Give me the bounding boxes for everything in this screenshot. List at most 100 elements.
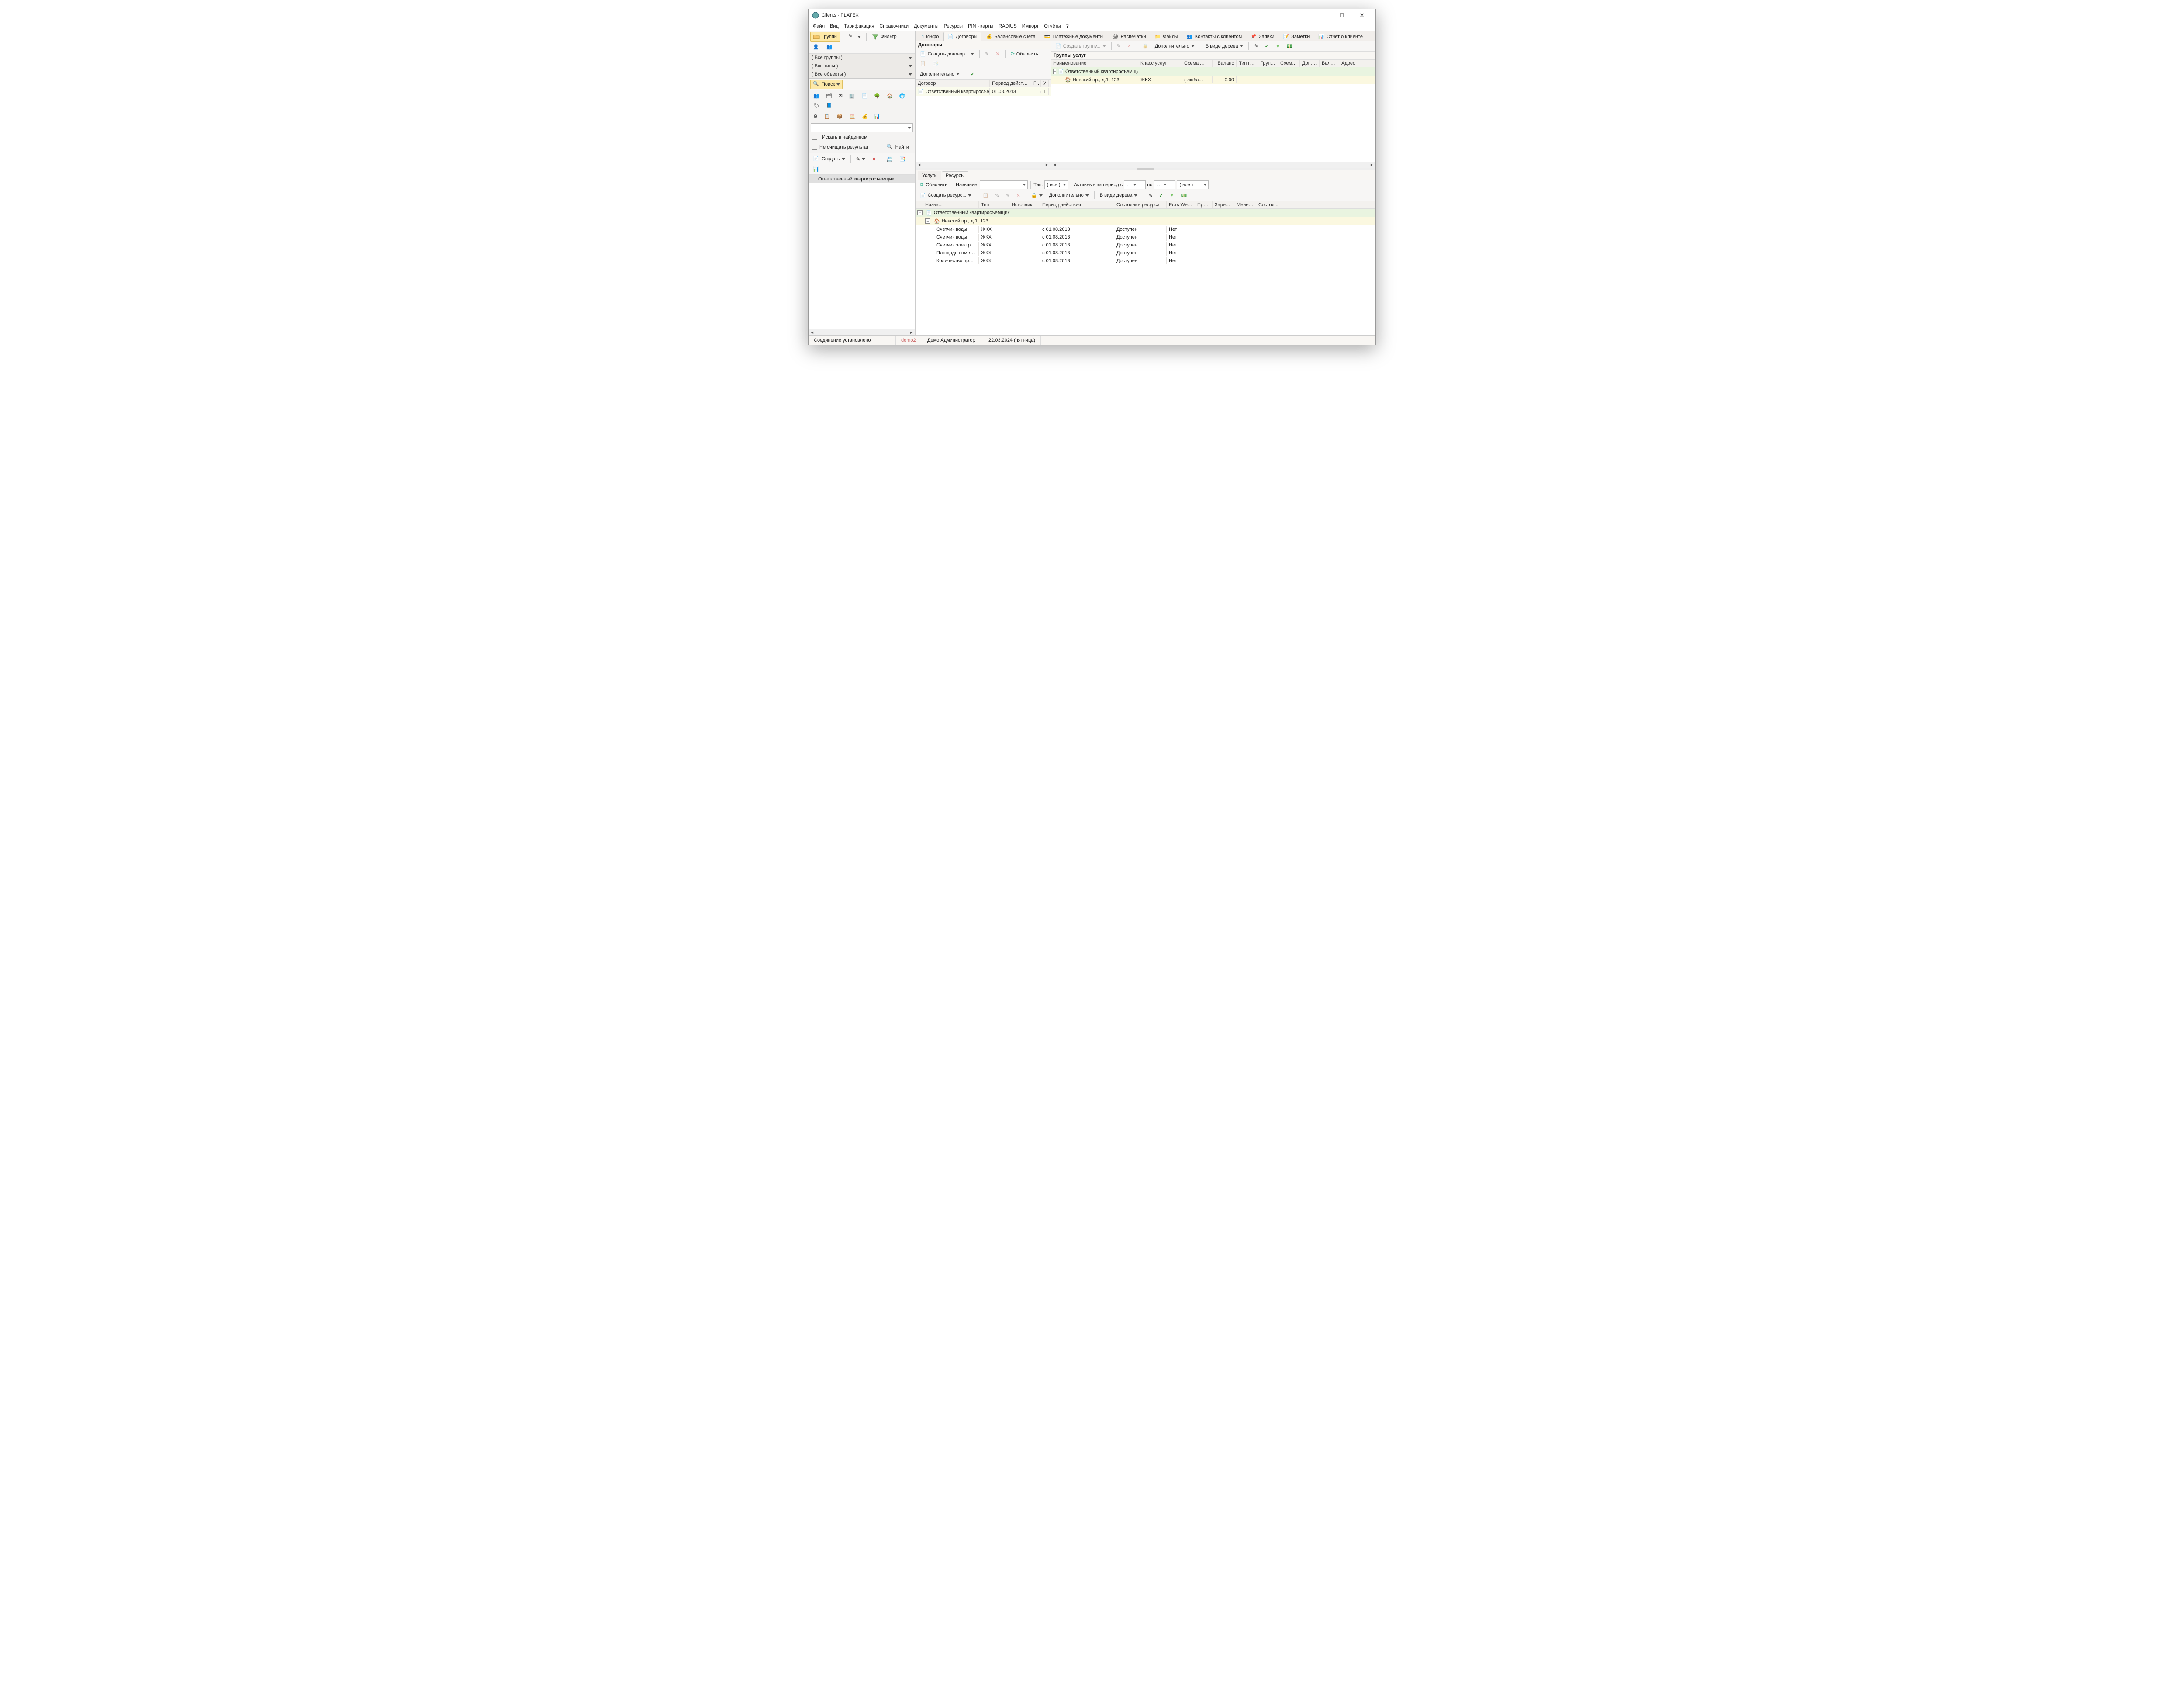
col-balance[interactable]: Баланс (1213, 60, 1237, 67)
all-groups-select[interactable]: ( Все группы ) (809, 54, 915, 62)
tab-payments[interactable]: 💳Платежные документы (1040, 32, 1108, 41)
tb-card[interactable]: 🗂 (823, 92, 835, 100)
res-apply[interactable]: ✓ (1157, 191, 1166, 200)
type-filter-combo[interactable]: ( все ) (1044, 180, 1068, 189)
group-lock[interactable]: 🔒 (1140, 42, 1151, 50)
col-bd[interactable]: Балан... (1320, 60, 1339, 67)
tab-notes[interactable]: 📝Заметки (1279, 32, 1313, 41)
tb-x3[interactable]: 📊 (810, 165, 822, 173)
col-scheme2[interactable]: Схема ... (1278, 60, 1300, 67)
res-filter[interactable]: ▼ (1167, 191, 1177, 199)
rc-state2[interactable]: Состоя... (1256, 201, 1375, 208)
tab-contracts[interactable]: 📄Договоры (943, 32, 981, 41)
col-class[interactable]: Класс услуг (1138, 60, 1182, 67)
group-child-row[interactable]: 🏠Невский пр., д.1, 123 ЖКХ ( люба... 0.0… (1051, 76, 1375, 84)
contracts-more[interactable]: Дополнительно (917, 70, 962, 78)
edit-dropdown[interactable]: ✎ (846, 32, 864, 42)
delete-client[interactable]: ✕ (869, 155, 878, 163)
delete-group[interactable]: ✕ (1125, 42, 1134, 50)
tab-resources[interactable]: Ресурсы (942, 171, 968, 180)
create-resource-button[interactable]: 📄Создать ресурс... (917, 191, 974, 200)
col-scheme[interactable]: Схема ... (1182, 60, 1213, 67)
res-edit3[interactable]: ✎ (1146, 191, 1155, 200)
create-contract-button[interactable]: 📄Создать договор... (917, 50, 977, 58)
delete-contract[interactable]: ✕ (993, 50, 1002, 58)
left-scrollbar[interactable]: ◄► (809, 329, 915, 335)
menu-directories[interactable]: Справочники (879, 24, 909, 29)
edit-contract[interactable]: ✎ (982, 50, 992, 58)
create-client-button[interactable]: 📄Создать (810, 154, 848, 164)
menu-help[interactable]: ? (1066, 24, 1069, 29)
menu-file[interactable]: Файл (813, 24, 825, 29)
resource-row[interactable]: Площадь помещенияЖКХс 01.08.2013Доступен… (916, 249, 1375, 257)
col-period[interactable]: Период действия (990, 80, 1031, 87)
rc-prim[interactable]: При... (1195, 201, 1213, 208)
tb-calc[interactable]: 🧮 (847, 112, 858, 121)
group-money[interactable]: 💵 (1284, 42, 1296, 50)
tb-note[interactable]: 📋 (822, 112, 833, 121)
checkbox-keep[interactable] (812, 145, 817, 150)
resource-row[interactable]: Счетчик водыЖКХс 01.08.2013ДоступенНет (916, 225, 1375, 233)
tree-toggle[interactable]: − (925, 218, 930, 224)
contracts-extra1[interactable]: 📋 (917, 59, 929, 68)
contracts-scroll[interactable]: ◄► (916, 162, 1051, 168)
menu-documents[interactable]: Документы (914, 24, 939, 29)
refresh-resources[interactable]: ⟳Обновить (917, 180, 950, 189)
contracts-apply[interactable]: ✓ (968, 70, 977, 78)
tab-report[interactable]: 📊Отчет о клиенте (1314, 32, 1367, 41)
tb-mail[interactable]: ✉ (836, 92, 845, 100)
res-delete[interactable]: ✕ (1014, 191, 1023, 200)
rc-state[interactable]: Состояние ресурса (1114, 201, 1167, 208)
all-filter-combo[interactable]: ( все ) (1177, 180, 1209, 189)
tb-tree2[interactable]: 🏠 (884, 92, 895, 100)
tb-people[interactable]: 👥 (811, 92, 822, 100)
tab-services[interactable]: Услуги (918, 171, 941, 180)
menu-resources[interactable]: Ресурсы (944, 24, 963, 29)
col-name[interactable]: Наименование (1051, 60, 1138, 67)
rc-web[interactable]: Есть Web-... (1167, 201, 1195, 208)
res-copy[interactable]: 📋 (980, 191, 991, 200)
tb-money[interactable]: 💰 (859, 112, 871, 121)
group-more[interactable]: Дополнительно (1152, 42, 1197, 50)
tb-box[interactable]: 📦 (834, 112, 846, 121)
col-addl[interactable]: Доп. п... (1300, 60, 1320, 67)
tree-toggle[interactable]: − (917, 210, 923, 215)
menu-import[interactable]: Импорт (1022, 24, 1039, 29)
edit-group[interactable]: ✎ (1114, 42, 1123, 50)
person-icon-button[interactable]: 👤 (810, 43, 822, 52)
rc-source[interactable]: Источник (1009, 201, 1040, 208)
filter-button[interactable]: Фильтр (869, 32, 899, 42)
res-address-row[interactable]: −🏠Невский пр., д.1, 123 (916, 217, 1375, 225)
group-root-row[interactable]: −📄 Ответственный квартиросъемщик (1051, 67, 1375, 76)
close-button[interactable] (1352, 9, 1372, 21)
tb-gear[interactable]: ⚙ (811, 112, 820, 121)
col-contract[interactable]: Договор (916, 80, 990, 87)
resource-row[interactable]: Счетчик электроэне...ЖКХс 01.08.2013Дост… (916, 241, 1375, 249)
edit-client-dd[interactable]: ✎ (854, 155, 868, 163)
group-apply[interactable]: ✓ (1262, 42, 1272, 50)
tab-balance[interactable]: 💰Балансовые счета (982, 32, 1040, 41)
menu-tariff[interactable]: Тарификация (844, 24, 874, 29)
col-gt[interactable]: Тип гру... (1237, 60, 1258, 67)
res-edit2[interactable]: ✎ (1003, 191, 1012, 200)
menu-pin[interactable]: PIN - карты (968, 24, 993, 29)
tb-world[interactable]: 🌐 (897, 92, 908, 100)
tb-x1[interactable]: 📇 (884, 155, 895, 163)
checkbox-in-found[interactable] (812, 135, 817, 140)
group-filter[interactable]: ▼ (1273, 42, 1283, 50)
res-more[interactable]: Дополнительно (1047, 191, 1092, 199)
menu-radius[interactable]: RADIUS (999, 24, 1017, 29)
col-u[interactable]: У (1041, 80, 1049, 87)
contract-row[interactable]: 📄Ответственный квартиросъемщик 01.08.201… (916, 87, 1051, 96)
tb-book[interactable]: 📘 (823, 101, 835, 110)
tb-tree[interactable]: 🌳 (871, 92, 883, 100)
tb-tag[interactable]: 🏷 (811, 101, 822, 110)
tb-building[interactable]: 🏢 (847, 92, 858, 100)
groups-button[interactable]: Группы (810, 32, 840, 42)
client-item-selected[interactable]: Ответственный квартиросъемщик (809, 175, 915, 183)
tb-chart[interactable]: 📊 (872, 112, 883, 121)
res-lock[interactable]: 🔒 (1029, 191, 1045, 200)
res-tree-toggle[interactable]: В виде дерева (1097, 191, 1140, 199)
menu-reports[interactable]: Отчёты (1044, 24, 1061, 29)
search-button[interactable]: 🔍 Поиск (810, 80, 843, 89)
